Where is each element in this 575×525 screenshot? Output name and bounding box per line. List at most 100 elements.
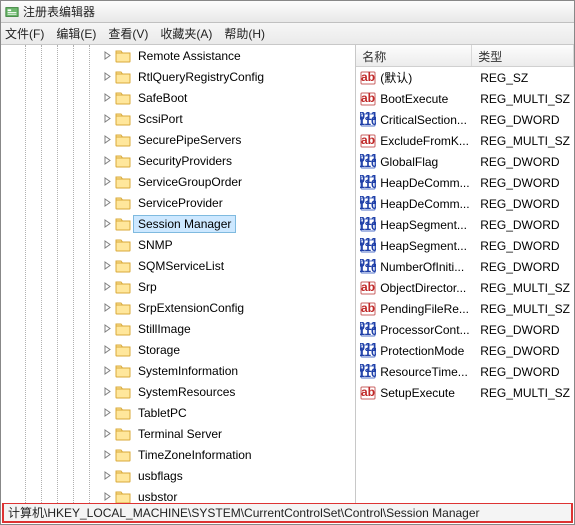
expander-icon[interactable]: [101, 491, 113, 503]
reg-binary-icon: 011110: [360, 175, 376, 191]
tree-item[interactable]: SQMServiceList: [1, 255, 355, 276]
list-row[interactable]: abPendingFileRe...REG_MULTI_SZ: [356, 298, 574, 319]
expander-icon[interactable]: [101, 407, 113, 419]
svg-text:110: 110: [360, 198, 376, 212]
reg-string-icon: ab: [360, 385, 376, 401]
list-row[interactable]: abExcludeFromK...REG_MULTI_SZ: [356, 130, 574, 151]
tree-item[interactable]: Storage: [1, 339, 355, 360]
expander-icon[interactable]: [101, 92, 113, 104]
expander-icon[interactable]: [101, 71, 113, 83]
tree-item[interactable]: usbstor: [1, 486, 355, 503]
tree-item-label: SystemInformation: [133, 362, 243, 380]
column-header-type[interactable]: 类型: [472, 45, 574, 66]
tree-item-label: SecurePipeServers: [133, 131, 246, 149]
tree-item-label: usbflags: [133, 467, 188, 485]
tree-item[interactable]: SecurePipeServers: [1, 129, 355, 150]
list-row[interactable]: 011110GlobalFlagREG_DWORD: [356, 151, 574, 172]
list-row[interactable]: 011110HeapDeComm...REG_DWORD: [356, 193, 574, 214]
list-row[interactable]: 011110CriticalSection...REG_DWORD: [356, 109, 574, 130]
column-header-name[interactable]: 名称: [356, 45, 472, 66]
list-row[interactable]: 011110ProcessorCont...REG_DWORD: [356, 319, 574, 340]
tree-item[interactable]: SNMP: [1, 234, 355, 255]
reg-string-icon: ab: [360, 280, 376, 296]
tree-item[interactable]: TimeZoneInformation: [1, 444, 355, 465]
expander-icon[interactable]: [101, 386, 113, 398]
statusbar-path: 计算机\HKEY_LOCAL_MACHINE\SYSTEM\CurrentCon…: [8, 504, 480, 521]
folder-icon: [115, 490, 131, 504]
list-row[interactable]: abBootExecuteREG_MULTI_SZ: [356, 88, 574, 109]
tree-item[interactable]: RtlQueryRegistryConfig: [1, 66, 355, 87]
tree-item[interactable]: SystemInformation: [1, 360, 355, 381]
expander-icon[interactable]: [101, 365, 113, 377]
expander-icon[interactable]: [101, 281, 113, 293]
menu-favorites[interactable]: 收藏夹(A): [160, 25, 212, 42]
menu-view[interactable]: 查看(V): [108, 25, 148, 42]
list-row[interactable]: 011110ProtectionModeREG_DWORD: [356, 340, 574, 361]
folder-icon: [115, 175, 131, 189]
tree-item[interactable]: ServiceProvider: [1, 192, 355, 213]
tree-item[interactable]: Remote Assistance: [1, 45, 355, 66]
reg-binary-icon: 011110: [360, 364, 376, 380]
menu-edit[interactable]: 编辑(E): [56, 25, 96, 42]
svg-text:110: 110: [360, 156, 376, 170]
value-type: REG_DWORD: [480, 218, 570, 232]
value-name: ObjectDirector...: [380, 281, 476, 295]
list-body[interactable]: ab(默认)REG_SZabBootExecuteREG_MULTI_SZ011…: [356, 67, 574, 503]
expander-icon[interactable]: [101, 134, 113, 146]
list-row[interactable]: 011110HeapSegment...REG_DWORD: [356, 235, 574, 256]
content-area: Remote AssistanceRtlQueryRegistryConfigS…: [1, 45, 574, 503]
tree-item[interactable]: StillImage: [1, 318, 355, 339]
value-name: ExcludeFromK...: [380, 134, 476, 148]
folder-icon: [115, 217, 131, 231]
tree-item[interactable]: TabletPC: [1, 402, 355, 423]
expander-icon[interactable]: [101, 197, 113, 209]
tree-item[interactable]: ServiceGroupOrder: [1, 171, 355, 192]
tree-item[interactable]: SafeBoot: [1, 87, 355, 108]
expander-icon[interactable]: [101, 218, 113, 230]
tree-pane[interactable]: Remote AssistanceRtlQueryRegistryConfigS…: [1, 45, 356, 503]
tree-item-label: ScsiPort: [133, 110, 188, 128]
svg-text:110: 110: [360, 114, 376, 128]
value-type: REG_DWORD: [480, 113, 570, 127]
expander-icon[interactable]: [101, 470, 113, 482]
tree-item[interactable]: ScsiPort: [1, 108, 355, 129]
expander-icon[interactable]: [101, 302, 113, 314]
tree-item[interactable]: usbflags: [1, 465, 355, 486]
reg-binary-icon: 011110: [360, 154, 376, 170]
tree-item-label: SNMP: [133, 236, 178, 254]
expander-icon[interactable]: [101, 449, 113, 461]
svg-text:110: 110: [360, 366, 376, 380]
svg-text:110: 110: [360, 345, 376, 359]
expander-icon[interactable]: [101, 239, 113, 251]
value-name: BootExecute: [380, 92, 476, 106]
expander-icon[interactable]: [101, 344, 113, 356]
list-row[interactable]: 011110NumberOfIniti...REG_DWORD: [356, 256, 574, 277]
svg-text:ab: ab: [361, 280, 375, 294]
list-row[interactable]: ab(默认)REG_SZ: [356, 67, 574, 88]
tree-item[interactable]: Terminal Server: [1, 423, 355, 444]
expander-icon[interactable]: [101, 260, 113, 272]
menu-help[interactable]: 帮助(H): [224, 25, 265, 42]
tree-item-label: ServiceProvider: [133, 194, 228, 212]
expander-icon[interactable]: [101, 323, 113, 335]
reg-string-icon: ab: [360, 301, 376, 317]
tree-item[interactable]: SecurityProviders: [1, 150, 355, 171]
expander-icon[interactable]: [101, 428, 113, 440]
tree-item[interactable]: SystemResources: [1, 381, 355, 402]
expander-icon[interactable]: [101, 155, 113, 167]
list-row[interactable]: abObjectDirector...REG_MULTI_SZ: [356, 277, 574, 298]
folder-icon: [115, 427, 131, 441]
list-row[interactable]: abSetupExecuteREG_MULTI_SZ: [356, 382, 574, 403]
tree-item[interactable]: SrpExtensionConfig: [1, 297, 355, 318]
expander-icon[interactable]: [101, 176, 113, 188]
value-name: SetupExecute: [380, 386, 476, 400]
list-row[interactable]: 011110HeapSegment...REG_DWORD: [356, 214, 574, 235]
folder-icon: [115, 469, 131, 483]
expander-icon[interactable]: [101, 113, 113, 125]
menu-file[interactable]: 文件(F): [5, 25, 44, 42]
list-row[interactable]: 011110HeapDeComm...REG_DWORD: [356, 172, 574, 193]
tree-item[interactable]: Srp: [1, 276, 355, 297]
expander-icon[interactable]: [101, 50, 113, 62]
list-row[interactable]: 011110ResourceTime...REG_DWORD: [356, 361, 574, 382]
tree-item[interactable]: Session Manager: [1, 213, 355, 234]
